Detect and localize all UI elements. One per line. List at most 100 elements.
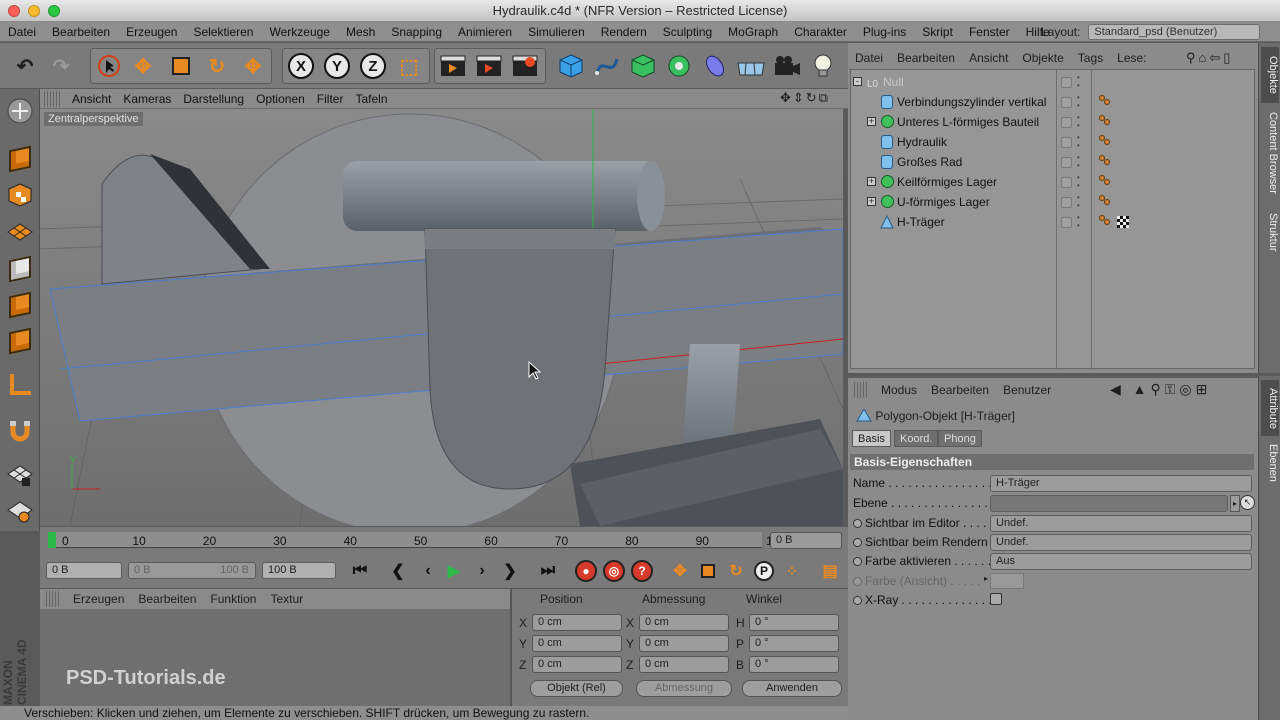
edges-mode-icon[interactable] — [4, 289, 36, 321]
autokeying-icon[interactable]: ◎ — [602, 559, 626, 583]
point-level-animation-icon[interactable]: ⁘ — [780, 559, 804, 583]
tab-ebenen[interactable]: Ebenen — [1261, 440, 1279, 486]
material-menu-erzeugen[interactable]: Erzeugen — [66, 592, 131, 606]
menu-snapping[interactable]: Snapping — [383, 25, 450, 39]
expand-toggle-icon[interactable]: + — [867, 177, 876, 186]
attribute-nav-icons[interactable]: ◀ ▲⚲⚿◎⊞ — [1110, 381, 1211, 398]
position-x-field[interactable]: 0 cm — [532, 614, 622, 631]
layer-arrow-icon[interactable]: ▸ — [1230, 495, 1240, 512]
object-row[interactable]: + Unteres L-förmiges Bauteil • • — [851, 112, 1254, 132]
animation-radio-icon[interactable] — [853, 519, 862, 528]
xray-checkbox[interactable] — [990, 593, 1002, 605]
material-menu-bearbeiten[interactable]: Bearbeiten — [131, 592, 203, 606]
expand-arrow-icon[interactable]: ▸ — [984, 574, 988, 583]
render-picture-viewer-icon[interactable] — [474, 51, 504, 81]
light-bulb-icon[interactable] — [808, 51, 838, 81]
layer-field[interactable] — [990, 495, 1228, 512]
render-view-icon[interactable] — [438, 51, 468, 81]
menu-animieren[interactable]: Animieren — [450, 25, 520, 39]
tab-koord[interactable]: Koord. — [894, 430, 939, 447]
scale-key-icon[interactable] — [696, 559, 720, 583]
parameter-key-icon[interactable]: P — [752, 559, 776, 583]
viewport-menu-ansicht[interactable]: Ansicht — [66, 92, 117, 106]
material-tag-icon[interactable] — [1099, 175, 1113, 189]
snapping-magnet-icon[interactable] — [4, 415, 36, 447]
go-to-start-icon[interactable]: ⏮ — [348, 559, 372, 583]
previous-key-icon[interactable]: ❮ — [386, 559, 410, 583]
timeline-ruler[interactable]: 0102030405060708090100 — [48, 532, 786, 548]
rotation-p-field[interactable]: 0 ° — [749, 635, 839, 652]
object-row[interactable]: Großes Rad • • — [851, 152, 1254, 172]
visibility-dots-icon[interactable]: • • — [1077, 214, 1083, 230]
go-to-end-icon[interactable]: ⏭ — [536, 559, 560, 583]
material-menu-funktion[interactable]: Funktion — [203, 592, 263, 606]
animation-radio-icon[interactable] — [853, 557, 862, 566]
zoom-window-button[interactable] — [48, 5, 60, 17]
coordinate-mode-dropdown[interactable]: Objekt (Rel) — [530, 680, 623, 697]
cube-primitive-icon[interactable] — [556, 51, 586, 81]
keyframe-selection-icon[interactable]: ? — [630, 559, 654, 583]
viewport-menu-optionen[interactable]: Optionen — [250, 92, 311, 106]
next-frame-icon[interactable]: › — [470, 559, 494, 583]
menu-simulieren[interactable]: Simulieren — [520, 25, 593, 39]
material-tag-icon[interactable] — [1099, 135, 1113, 149]
layer-swatch[interactable] — [1061, 117, 1072, 128]
tab-phong[interactable]: Phong — [938, 430, 982, 447]
spline-pen-icon[interactable] — [592, 51, 622, 81]
rotation-h-field[interactable]: 0 ° — [749, 614, 839, 631]
object-menu-datei[interactable]: Datei — [848, 51, 890, 65]
rotation-key-icon[interactable]: ↻ — [724, 559, 748, 583]
tab-basis[interactable]: Basis — [852, 430, 891, 447]
points-mode-icon[interactable] — [4, 253, 36, 285]
menu-datei[interactable]: Datei — [0, 25, 44, 39]
transform-icon[interactable]: ✥ — [238, 51, 268, 81]
object-row[interactable]: + Keilförmiges Lager • • — [851, 172, 1254, 192]
name-field[interactable]: H-Träger — [990, 475, 1252, 492]
visibility-dots-icon[interactable]: • • — [1077, 194, 1083, 210]
layer-picker-icon[interactable]: ↖ — [1240, 495, 1255, 510]
subdivision-surface-icon[interactable] — [628, 51, 658, 81]
animation-radio-icon[interactable] — [853, 538, 862, 547]
object-menu-ansicht[interactable]: Ansicht — [962, 51, 1015, 65]
tab-struktur[interactable]: Struktur — [1261, 203, 1279, 261]
planar-workplane-icon[interactable] — [4, 495, 36, 527]
material-tag-icon[interactable] — [1099, 215, 1113, 229]
end-frame-field[interactable]: 100 B — [262, 562, 336, 579]
workplane-mode-icon[interactable] — [4, 215, 36, 247]
menu-charakter[interactable]: Charakter — [786, 25, 855, 39]
layer-swatch[interactable] — [1061, 177, 1072, 188]
object-row[interactable]: Hydraulik • • — [851, 132, 1254, 152]
menu-fenster[interactable]: Fenster — [961, 25, 1018, 39]
viewport-menu-darstellung[interactable]: Darstellung — [177, 92, 250, 106]
visibility-dots-icon[interactable]: • • — [1077, 154, 1083, 170]
texture-mode-icon[interactable] — [4, 179, 36, 211]
select-arrow-icon[interactable] — [94, 51, 124, 81]
menu-mograph[interactable]: MoGraph — [720, 25, 786, 39]
menu-mesh[interactable]: Mesh — [338, 25, 383, 39]
material-tag-icon[interactable] — [1099, 115, 1113, 129]
object-menu-lese[interactable]: Lese: — [1110, 51, 1153, 65]
object-row[interactable]: + U-förmiges Lager • • — [851, 192, 1254, 212]
previous-frame-icon[interactable]: ‹ — [416, 559, 440, 583]
rotate-icon[interactable]: ↻ — [202, 51, 232, 81]
y-axis-lock-icon[interactable]: Y — [322, 51, 352, 81]
deformer-icon[interactable] — [700, 51, 730, 81]
size-mode-dropdown[interactable]: Abmessung — [636, 680, 732, 697]
tab-content-browser[interactable]: Content Browser — [1261, 107, 1279, 199]
visibility-dots-icon[interactable]: • • — [1077, 134, 1083, 150]
visibility-dots-icon[interactable]: • • — [1077, 174, 1083, 190]
menu-rendern[interactable]: Rendern — [593, 25, 655, 39]
x-axis-lock-icon[interactable]: X — [286, 51, 316, 81]
attribute-menu-modus[interactable]: Modus — [874, 383, 924, 397]
size-z-field[interactable]: 0 cm — [639, 656, 729, 673]
timeline-window-icon[interactable]: ▤ — [818, 559, 842, 583]
layout-dropdown[interactable]: Standard_psd (Benutzer) — [1088, 24, 1261, 40]
object-manager-nav-icons[interactable]: ⚲⌂⇦▯ — [1186, 50, 1233, 66]
object-row[interactable]: H-Träger • • — [851, 212, 1254, 232]
start-frame-field[interactable]: 0 B — [46, 562, 122, 579]
menu-plug-ins[interactable]: Plug-ins — [855, 25, 914, 39]
material-tag-icon[interactable] — [1099, 155, 1113, 169]
rotation-b-field[interactable]: 0 ° — [749, 656, 839, 673]
axis-mode-icon[interactable] — [4, 369, 36, 401]
visible-editor-dropdown[interactable]: Undef. — [990, 515, 1252, 532]
